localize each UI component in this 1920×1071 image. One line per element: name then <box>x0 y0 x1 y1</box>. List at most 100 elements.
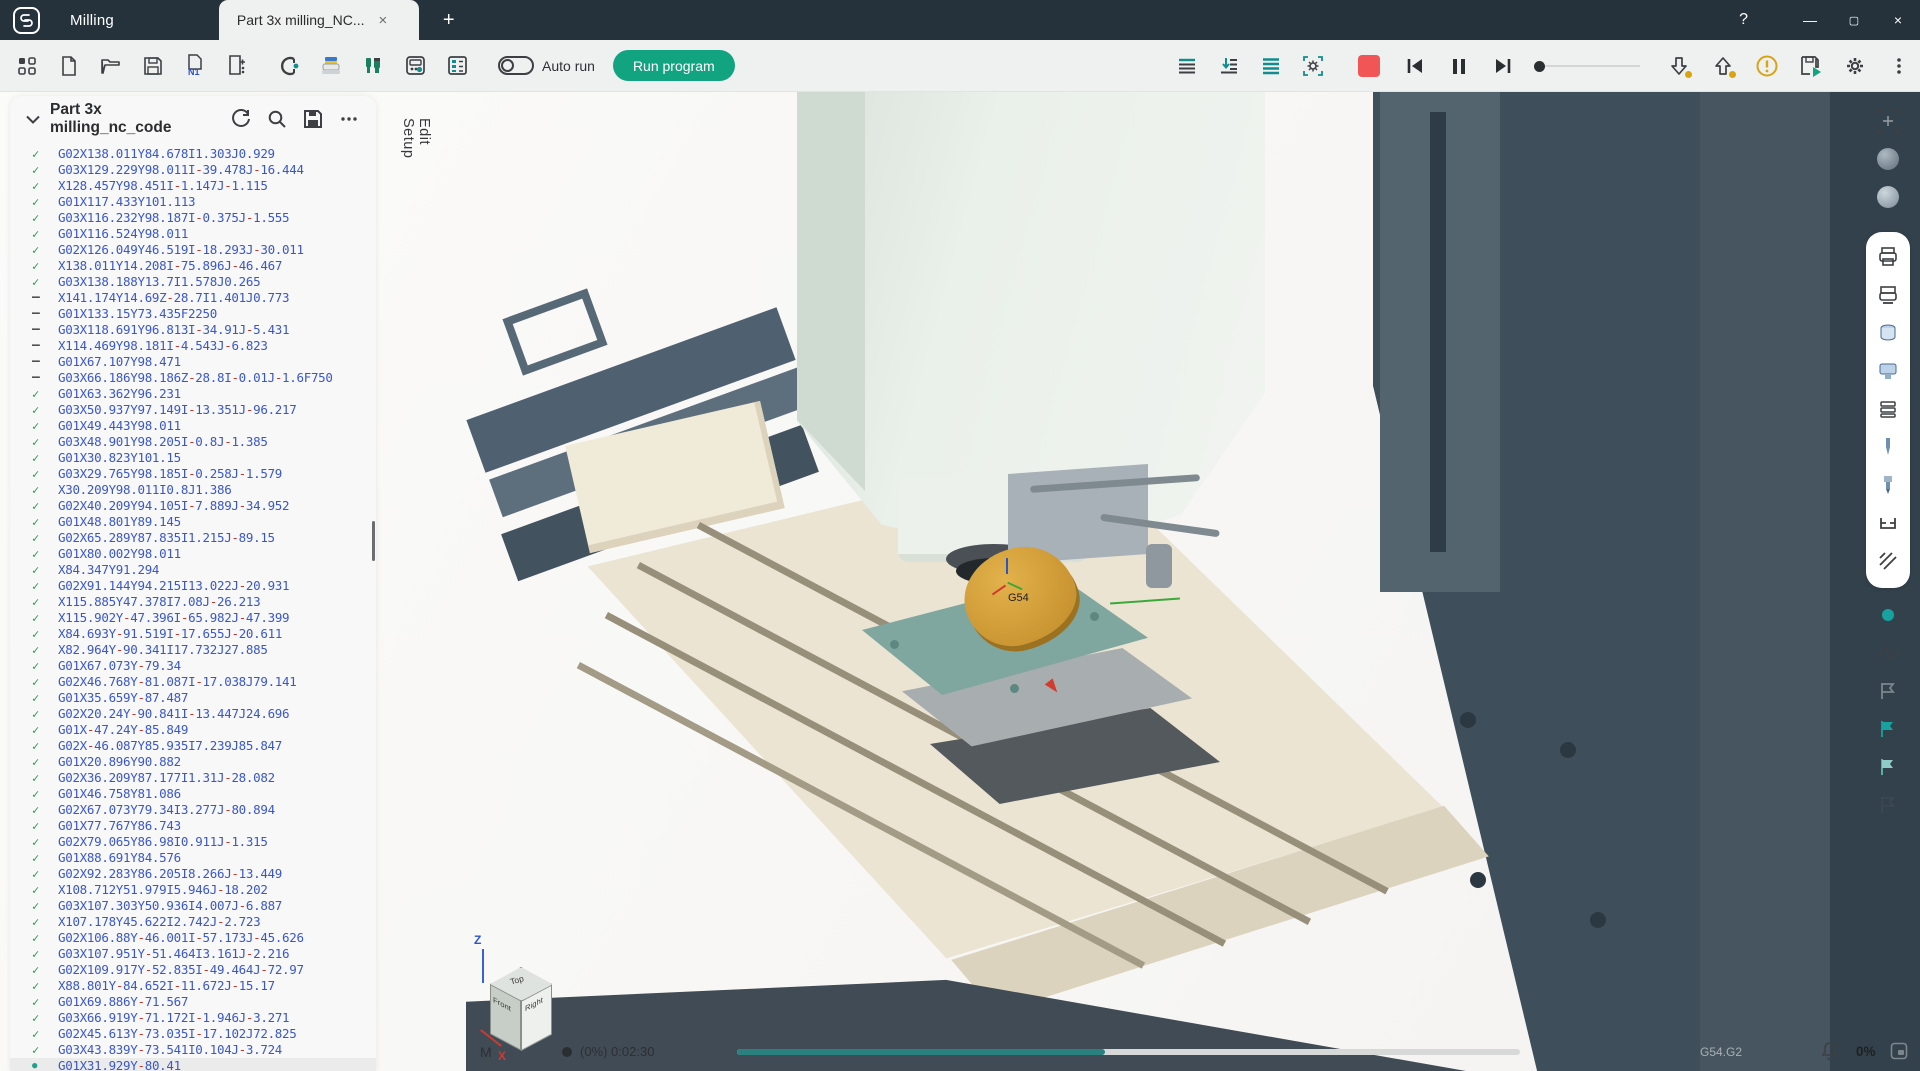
tool-icon[interactable] <box>1873 432 1903 462</box>
minimize-button[interactable]: — <box>1788 0 1832 40</box>
stop-button[interactable] <box>1354 51 1384 81</box>
speed-slider[interactable] <box>1534 61 1640 72</box>
hatch-icon[interactable] <box>1873 546 1903 576</box>
gcode-line[interactable]: ✓G03X48.901Y98.205I-0.8J-1.385 <box>10 434 376 450</box>
stock-icon[interactable] <box>1873 318 1903 348</box>
render-sphere-icon[interactable] <box>1873 144 1903 174</box>
flag-dark-icon[interactable] <box>1873 790 1903 820</box>
settings-frame-icon[interactable] <box>1298 51 1328 81</box>
gcode-line[interactable]: ✓X108.712Y51.979I5.946J-18.202 <box>10 882 376 898</box>
gcode-line[interactable]: ✓X82.964Y-90.341I17.732J27.885 <box>10 642 376 658</box>
gcode-line[interactable]: ✓X84.693Y-91.519I-17.655J-20.611 <box>10 626 376 642</box>
maximize-button[interactable]: ▢ <box>1832 0 1876 40</box>
settings-gear-icon[interactable] <box>1840 51 1870 81</box>
gcode-line[interactable]: ✓G01X80.002Y98.011 <box>10 546 376 562</box>
machine-icon[interactable] <box>1873 356 1903 386</box>
gcode-line[interactable]: ✓G02X106.88Y-46.001I-57.173J-45.626 <box>10 930 376 946</box>
fixture-icon[interactable] <box>1873 508 1903 538</box>
gcode-line[interactable]: ✓X128.457Y98.451I-1.147J-1.115 <box>10 178 376 194</box>
tools-icon[interactable] <box>358 51 388 81</box>
gcode-line[interactable]: ✓G02X40.209Y94.105I-7.889J-34.952 <box>10 498 376 514</box>
gcode-line[interactable]: ✓X107.178Y45.622I2.742J-2.723 <box>10 914 376 930</box>
gcode-line[interactable]: ✓G03X107.951Y-51.464I3.161J-2.216 <box>10 946 376 962</box>
printer-alt-icon[interactable] <box>1873 280 1903 310</box>
notifications-bell-icon[interactable] <box>1820 1041 1840 1064</box>
tab-part3x[interactable]: Part 3x milling_NC... × <box>219 0 419 40</box>
layout-icon[interactable] <box>1890 1042 1908 1063</box>
gcode-line[interactable]: ✓X30.209Y98.011I0.8J1.386 <box>10 482 376 498</box>
step-back-button[interactable] <box>1400 51 1430 81</box>
tool-holder-icon[interactable] <box>1873 470 1903 500</box>
help-button[interactable]: ? <box>1739 11 1748 29</box>
save-icon[interactable] <box>298 104 328 134</box>
gcode-line[interactable]: ✓G02X-46.087Y85.935I7.239J85.847 <box>10 738 376 754</box>
run-program-button[interactable]: Run program <box>613 50 735 81</box>
gcode-line[interactable]: ✓G01X46.758Y81.086 <box>10 786 376 802</box>
postprocessor-icon[interactable] <box>316 51 346 81</box>
flag-grey-icon[interactable] <box>1873 676 1903 706</box>
gcode-line[interactable]: ✓G02X20.24Y-90.841I-13.447J24.696 <box>10 706 376 722</box>
gcode-line[interactable]: ✓X138.011Y14.208I-75.896J-46.467 <box>10 258 376 274</box>
spline-icon[interactable] <box>1873 638 1903 668</box>
gcode-line[interactable]: –X114.469Y98.181I-4.543J-6.823 <box>10 338 376 354</box>
shaded-sphere-icon[interactable] <box>1873 182 1903 212</box>
gcode-line[interactable]: –X141.174Y14.69Z-28.7I1.401J0.773 <box>10 290 376 306</box>
new-file-icon[interactable] <box>54 51 84 81</box>
flag-teal-2-icon[interactable] <box>1873 752 1903 782</box>
panel-more-icon[interactable] <box>334 104 364 134</box>
open-file-icon[interactable] <box>96 51 126 81</box>
gcode-line[interactable]: ✓G01X20.896Y90.882 <box>10 754 376 770</box>
new-tab-button[interactable]: + <box>443 9 455 32</box>
auto-run-toggle[interactable] <box>498 56 534 75</box>
gcode-line[interactable]: ✓G01X48.801Y89.145 <box>10 514 376 530</box>
gcode-line[interactable]: ✓G02X46.768Y-81.087I-17.038J79.141 <box>10 674 376 690</box>
more-menu-icon[interactable] <box>1884 51 1914 81</box>
probe-icon[interactable] <box>274 51 304 81</box>
gcode-line[interactable]: ✓G02X92.283Y86.205I8.266J-13.449 <box>10 866 376 882</box>
gcode-line[interactable]: –G03X66.186Y98.186Z-28.8I-0.01J-1.6F750 <box>10 370 376 386</box>
collapse-chevron-icon[interactable] <box>26 115 40 124</box>
tab-setup[interactable]: Setup <box>400 118 416 158</box>
upload-icon[interactable] <box>1708 51 1738 81</box>
gcode-line[interactable]: ✓G03X50.937Y97.149I-13.351J-96.217 <box>10 402 376 418</box>
align-lines-icon[interactable] <box>1172 51 1202 81</box>
gcode-line[interactable]: ✓G01X-47.24Y-85.849 <box>10 722 376 738</box>
refresh-icon[interactable] <box>226 104 256 134</box>
gcode-line[interactable]: ✓G01X117.433Y101.113 <box>10 194 376 210</box>
gcode-line[interactable]: ✓G03X66.919Y-71.172I-1.946J-3.271 <box>10 1010 376 1026</box>
gcode-line[interactable]: ✓G03X107.303Y50.936I4.007J-6.887 <box>10 898 376 914</box>
close-button[interactable]: × <box>1876 0 1920 40</box>
plates-icon[interactable] <box>1873 394 1903 424</box>
flag-teal-icon[interactable] <box>1873 714 1903 744</box>
gcode-line[interactable]: ✓G01X49.443Y98.011 <box>10 418 376 434</box>
gcode-line[interactable]: ✓G02X126.049Y46.519I-18.293J-30.011 <box>10 242 376 258</box>
gcode-line[interactable]: ✓G02X79.065Y86.98I0.911J-1.315 <box>10 834 376 850</box>
gcode-line[interactable]: ✓G03X116.232Y98.187I-0.375J-1.555 <box>10 210 376 226</box>
gcode-line[interactable]: ✓X88.801Y-84.652I-11.672J-15.17 <box>10 978 376 994</box>
gcode-line[interactable]: ✓G02X91.144Y94.215I13.022J-20.931 <box>10 578 376 594</box>
gcode-line[interactable]: ✓G02X67.073Y79.34I3.277J-80.894 <box>10 802 376 818</box>
gcode-line[interactable]: ✓G01X67.073Y-79.34 <box>10 658 376 674</box>
gcode-line[interactable]: ✓X84.347Y91.294 <box>10 562 376 578</box>
gcode-line[interactable]: ✓G01X77.767Y86.743 <box>10 818 376 834</box>
gcode-line[interactable]: ✓X115.885Y47.378I7.08J-26.213 <box>10 594 376 610</box>
warnings-icon[interactable] <box>1752 51 1782 81</box>
panel-scrollbar[interactable] <box>372 521 375 561</box>
gcode-line[interactable]: ✓G02X138.011Y84.678I1.303J0.929 <box>10 146 376 162</box>
import-file-icon[interactable] <box>222 51 252 81</box>
gcode-line[interactable]: ✓G02X109.917Y-52.835I-49.464J-72.97 <box>10 962 376 978</box>
gcode-line[interactable]: ✓G01X35.659Y-87.487 <box>10 690 376 706</box>
gcode-line[interactable]: ✓G01X63.362Y96.231 <box>10 386 376 402</box>
app-grid-icon[interactable] <box>12 51 42 81</box>
table-icon[interactable] <box>442 51 472 81</box>
printer-icon[interactable] <box>1873 242 1903 272</box>
gcode-line[interactable]: ✓X115.902Y-47.396I-65.982J-47.399 <box>10 610 376 626</box>
gcode-line[interactable]: ✓G01X30.823Y101.15 <box>10 450 376 466</box>
gcode-line[interactable]: –G01X133.15Y73.435F2250 <box>10 306 376 322</box>
search-icon[interactable] <box>262 104 292 134</box>
gcode-line[interactable]: ✓G02X65.289Y87.835I1.215J-89.15 <box>10 530 376 546</box>
lines-icon[interactable] <box>1256 51 1286 81</box>
tab-edit[interactable]: Edit <box>416 118 432 158</box>
download-icon[interactable] <box>1664 51 1694 81</box>
gcode-line[interactable]: ✓G02X36.209Y87.177I1.31J-28.082 <box>10 770 376 786</box>
